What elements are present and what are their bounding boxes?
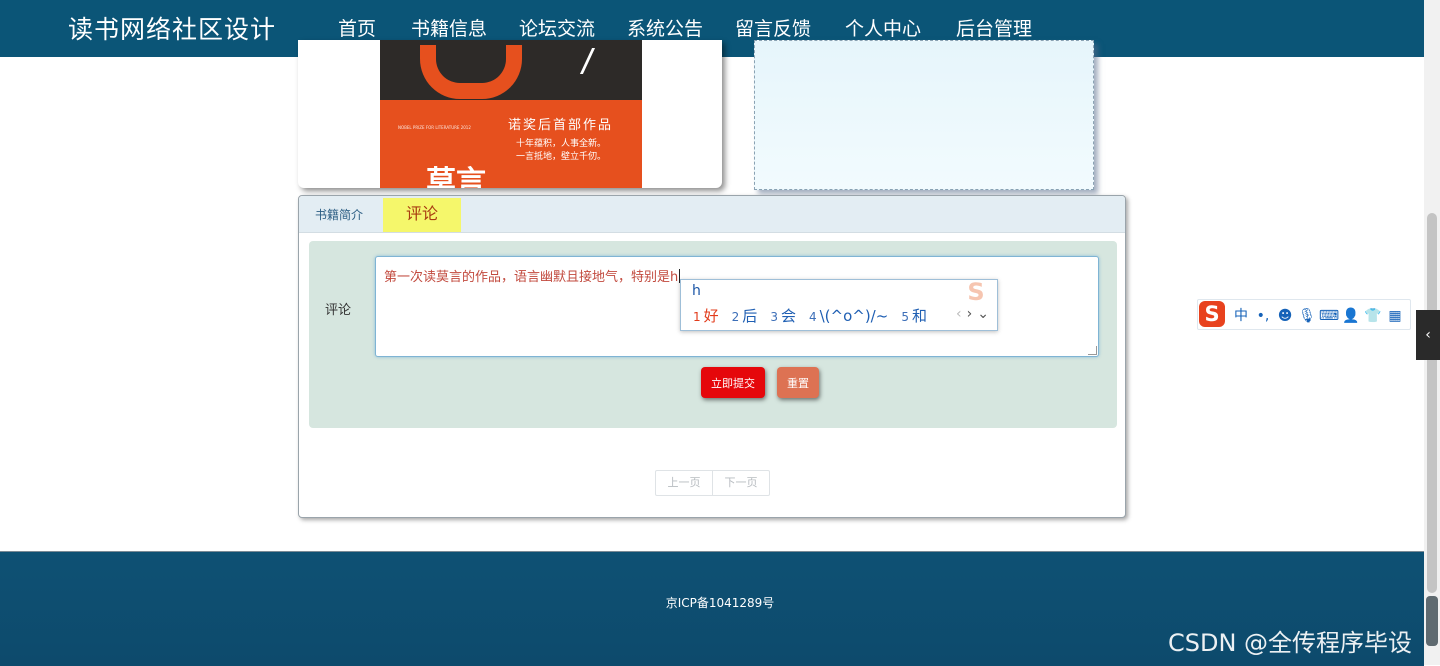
ime-prev-page-icon[interactable]: ‹ (956, 306, 962, 322)
nav-home[interactable]: 首页 (338, 14, 376, 41)
submit-button[interactable]: 立即提交 (701, 367, 765, 398)
book-cover-image: NOBEL PRIZE FOR LITERATURE 2012 诺奖后首部作品 … (380, 40, 642, 188)
comment-text: 第一次读莫言的作品，语言幽默且接地气，特别是h (384, 270, 679, 285)
nav-forum[interactable]: 论坛交流 (519, 14, 595, 41)
csdn-watermark: CSDN @全传程序毕设 (1168, 629, 1413, 657)
nav-book-info[interactable]: 书籍信息 (411, 14, 487, 41)
user-icon[interactable]: 👤 (1340, 308, 1362, 324)
book-cover-english: NOBEL PRIZE FOR LITERATURE 2012 (398, 125, 471, 130)
ime-punctuation-toggle[interactable]: •, (1252, 308, 1274, 324)
microphone-icon[interactable]: 🎙 (1296, 308, 1318, 324)
book-cover-tagline: 诺奖后首部作品 (508, 118, 614, 133)
ime-candidate[interactable]: 2后 (732, 305, 758, 326)
sogou-ime-icon[interactable]: S (1199, 301, 1225, 327)
chevron-left-icon: ‹ (1425, 327, 1431, 343)
ime-next-page-icon[interactable]: › (967, 306, 973, 322)
book-cover-line2: 十年蕴积，人事全新。 (516, 139, 607, 149)
ime-expand-icon[interactable]: ⌄ (977, 306, 989, 322)
comment-form: 评论 第一次读莫言的作品，语言幽默且接地气，特别是h 立即提交 重置 (309, 241, 1117, 428)
nav-announcements[interactable]: 系统公告 (627, 14, 703, 41)
book-cover-line3: 一言抵地，壁立千仞。 (516, 152, 607, 162)
keyboard-icon[interactable]: ⌨ (1318, 308, 1340, 324)
toolbox-grid-icon[interactable]: ▦ (1384, 308, 1406, 324)
site-title: 读书网络社区设计 (68, 15, 277, 44)
sogou-logo-icon: S (967, 278, 985, 306)
prev-page-button[interactable]: 上一页 (656, 471, 712, 495)
book-cover-stroke (579, 48, 630, 74)
nav-feedback[interactable]: 留言反馈 (735, 14, 811, 41)
ime-candidate[interactable]: 5和 (901, 305, 927, 326)
tab-bar: 书籍简介 评论 (299, 196, 1125, 233)
skin-shirt-icon[interactable]: 👕 (1362, 308, 1384, 324)
scrollbar-thumb[interactable] (1427, 213, 1437, 593)
book-cover-top (380, 40, 642, 100)
book-detail-panel (754, 40, 1094, 190)
scrollbar-end-marker (1426, 596, 1438, 646)
ime-paging: ‹ › ⌄ (951, 306, 989, 322)
side-panel-toggle[interactable]: ‹ (1416, 310, 1440, 360)
reset-button[interactable]: 重置 (777, 367, 819, 398)
ime-toolbar: S 中 •, ☻ 🎙 ⌨ 👤 👕 ▦ (1197, 299, 1411, 330)
ime-composition: h (692, 283, 701, 299)
ime-candidate[interactable]: 4 \(^o^)/~ (809, 307, 888, 325)
tab-book-intro[interactable]: 书籍简介 (315, 206, 363, 223)
next-page-button[interactable]: 下一页 (712, 471, 769, 495)
book-image-frame: NOBEL PRIZE FOR LITERATURE 2012 诺奖后首部作品 … (298, 40, 722, 188)
icp-record: 京ICP备1041289号 (665, 596, 775, 610)
ime-candidates: 1 好 2 后 3 会 4 \(^o^)/~ 5 和 (693, 305, 940, 326)
ime-candidate[interactable]: 3会 (770, 305, 796, 326)
book-cover-graphic (420, 45, 522, 99)
nav-profile[interactable]: 个人中心 (845, 14, 921, 41)
book-cover-author: 莫言 (426, 165, 486, 189)
ime-candidate[interactable]: 1好 (693, 305, 719, 326)
emoji-icon[interactable]: ☻ (1274, 308, 1296, 324)
ime-candidate-window: h S 1 好 2 后 3 会 4 \(^o^)/~ 5 和 ‹ › ⌄ (680, 279, 998, 331)
comment-label: 评论 (325, 303, 352, 318)
pagination: 上一页 下一页 (655, 470, 770, 496)
resize-handle[interactable] (1088, 346, 1097, 355)
book-tabs-panel: 书籍简介 评论 评论 第一次读莫言的作品，语言幽默且接地气，特别是h 立即提交 … (298, 195, 1126, 518)
ime-tools: 中 •, ☻ 🎙 ⌨ 👤 👕 ▦ (1230, 305, 1406, 325)
tab-comments[interactable]: 评论 (383, 198, 461, 232)
nav-admin[interactable]: 后台管理 (956, 14, 1032, 41)
ime-language-toggle[interactable]: 中 (1230, 305, 1252, 325)
